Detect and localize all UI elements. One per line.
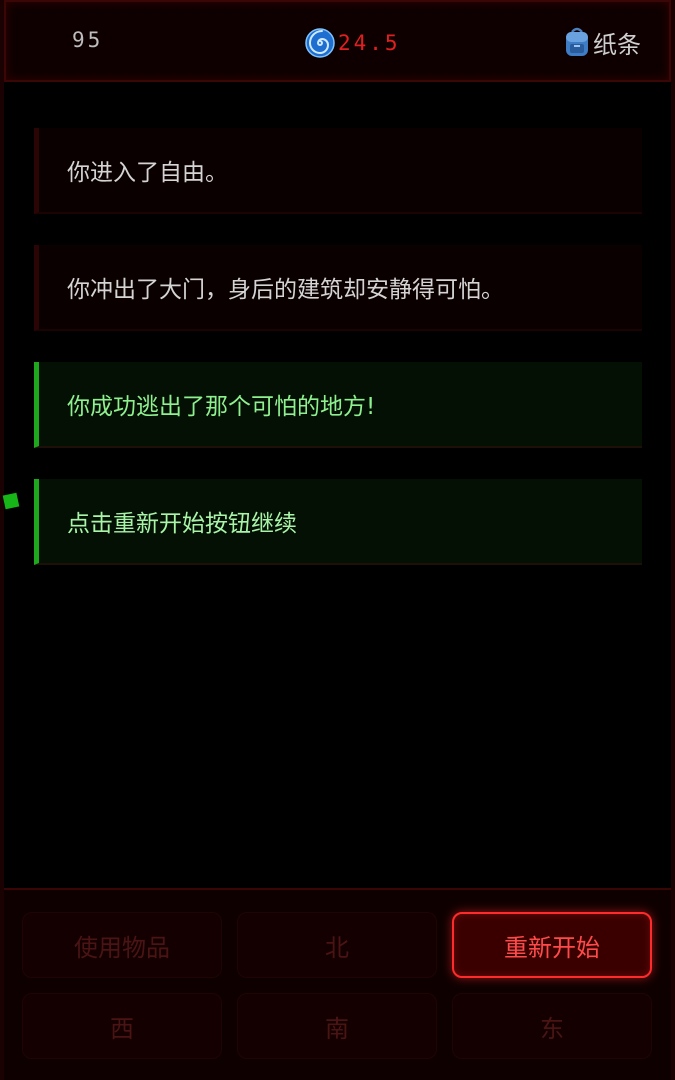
green-marker [2,492,20,510]
status-bar: 95 24.5 纸条 [4,0,671,82]
east-button[interactable]: 东 [452,993,652,1059]
log-message-text: 你进入了自由。 [67,160,228,186]
control-panel: 使用物品 北 重新开始 西 南 东 [4,888,671,1080]
inventory-display[interactable]: 纸条 [563,24,641,60]
backpack-icon [566,27,588,56]
step-counter: 95 [72,28,104,52]
log-message: 你冲出了大门，身后的建筑却安静得可怕。 [34,245,642,331]
south-button[interactable]: 南 [237,993,437,1059]
inventory-label: 纸条 [593,30,641,59]
west-button[interactable]: 西 [22,993,222,1059]
sanity-display: 24.5 [304,26,401,60]
message-log[interactable]: 你进入了自由。 你冲出了大门，身后的建筑却安静得可怕。 你成功逃出了那个可怕的地… [4,82,671,888]
log-message-success: 你成功逃出了那个可怕的地方! [34,362,642,448]
use-item-button[interactable]: 使用物品 [22,912,222,978]
log-message-success: 点击重新开始按钮继续 [34,479,642,565]
north-button[interactable]: 北 [237,912,437,978]
log-message-text: 你成功逃出了那个可怕的地方! [67,394,376,420]
restart-button[interactable]: 重新开始 [452,912,652,978]
log-message: 你进入了自由。 [34,128,642,214]
sanity-value: 24.5 [338,31,401,55]
spiral-icon [305,28,335,58]
log-message-text: 你冲出了大门，身后的建筑却安静得可怕。 [67,277,504,303]
log-message-text: 点击重新开始按钮继续 [67,511,297,537]
